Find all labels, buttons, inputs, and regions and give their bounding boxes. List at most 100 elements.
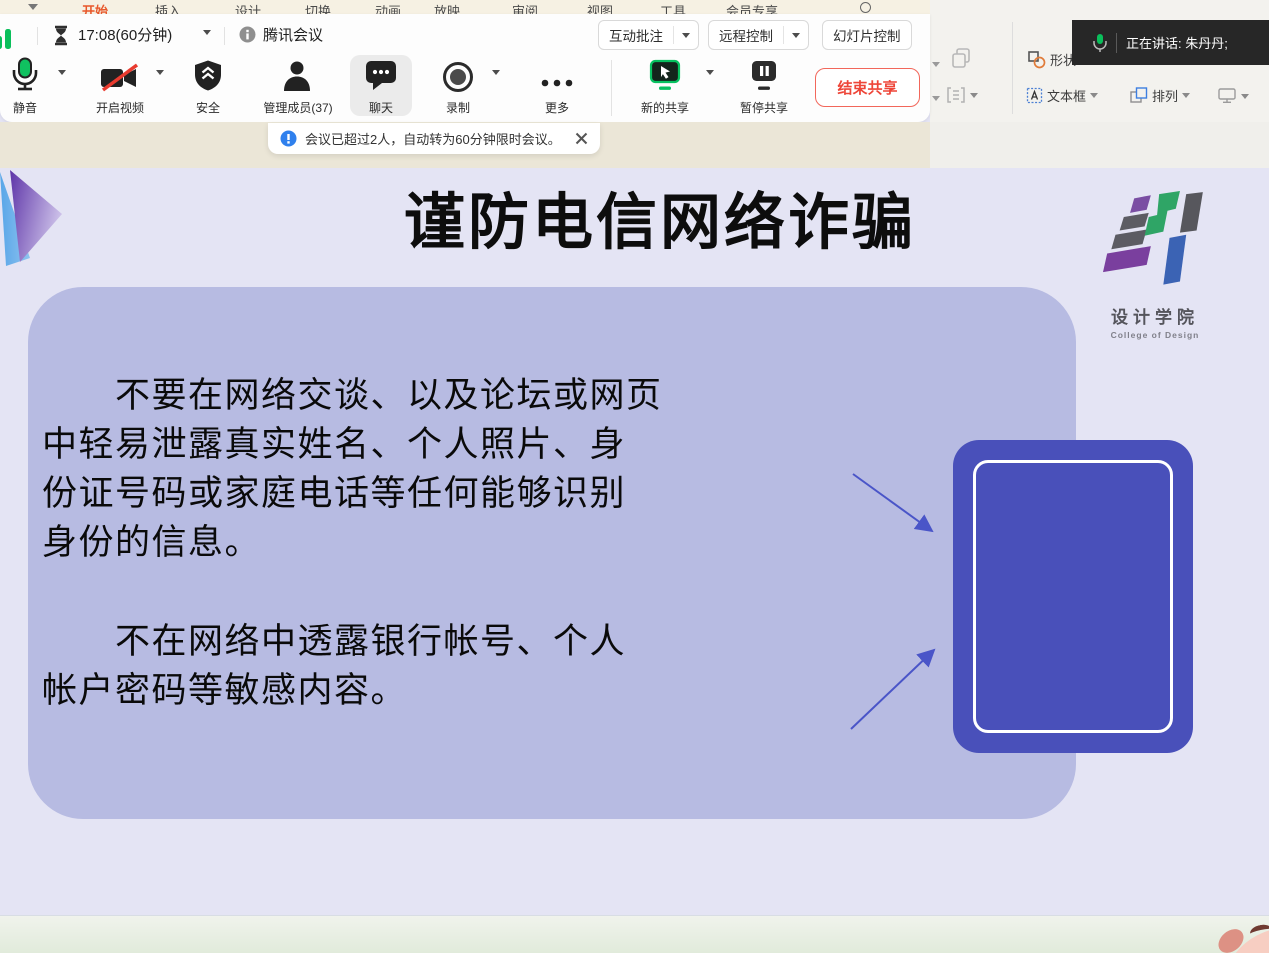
meeting-toolbar: 17:08(60分钟) 腾讯会议 互动批注 远程控制 幻灯片控制 xyxy=(0,14,930,122)
ppt-tab-insert[interactable]: 插入 xyxy=(155,1,181,14)
speaking-indicator: 正在讲话: 朱丹丹; xyxy=(1072,20,1269,65)
more-dots-icon xyxy=(540,78,574,88)
shapes-icon xyxy=(1028,51,1046,69)
chevron-down-icon xyxy=(970,93,978,98)
textbox-button[interactable]: 文本框 xyxy=(1026,86,1098,105)
remote-control-label: 远程控制 xyxy=(709,25,783,45)
divider xyxy=(611,60,612,116)
ppt-tab-view[interactable]: 视图 xyxy=(587,1,613,14)
manage-members-button[interactable] xyxy=(262,56,332,92)
ppt-tab-home[interactable]: 开始 xyxy=(82,1,108,14)
shapes-button[interactable]: 形状 xyxy=(1028,50,1076,69)
ppt-tab-slideshow[interactable]: 放映 xyxy=(434,1,460,14)
security-button[interactable] xyxy=(173,56,243,92)
chat-button[interactable] xyxy=(346,56,416,92)
chevron-down-icon[interactable] xyxy=(674,33,698,38)
end-share-button[interactable]: 结束共享 xyxy=(815,68,920,107)
slide-control-label: 幻灯片控制 xyxy=(823,25,911,45)
record-label: 录制 xyxy=(423,99,493,116)
share-options-chevron-icon[interactable] xyxy=(706,70,714,75)
pages-icon xyxy=(952,48,972,69)
chevron-down-icon[interactable] xyxy=(784,33,808,38)
monitor-button[interactable] xyxy=(1218,88,1249,104)
start-video-label: 开启视频 xyxy=(70,99,170,116)
textbox-label: 文本框 xyxy=(1047,86,1086,105)
image-placeholder-box xyxy=(953,440,1193,753)
arrow-to-box-top xyxy=(853,474,932,531)
chevron-down-icon xyxy=(1090,93,1098,98)
ppt-tab-tools[interactable]: 工具 xyxy=(660,1,686,14)
collapse-ribbon-icon[interactable] xyxy=(28,4,38,10)
slide-control-button[interactable]: 幻灯片控制 xyxy=(822,20,912,50)
network-signal-icon xyxy=(0,27,16,49)
screen-share-icon xyxy=(648,59,682,92)
image-placeholder-border xyxy=(973,460,1173,733)
mute-label: 静音 xyxy=(0,99,50,116)
mute-button[interactable] xyxy=(0,56,60,92)
search-icon[interactable] xyxy=(860,2,871,13)
close-icon[interactable] xyxy=(575,132,588,145)
microphone-icon xyxy=(10,57,40,92)
align-button[interactable] xyxy=(946,86,978,104)
speaking-text: 正在讲话: 朱丹丹; xyxy=(1126,33,1228,52)
more-button[interactable] xyxy=(522,74,592,88)
new-share-label: 新的共享 xyxy=(630,99,700,116)
mic-options-chevron-icon[interactable] xyxy=(58,70,66,75)
security-label: 安全 xyxy=(173,99,243,116)
arrange-label: 排列 xyxy=(1152,86,1178,105)
align-icon xyxy=(946,86,966,104)
speaking-mic-icon xyxy=(1092,33,1108,53)
arrow-to-box-bottom xyxy=(851,650,934,729)
ppt-tab-transition[interactable]: 切换 xyxy=(305,1,331,14)
chevron-down-icon[interactable] xyxy=(203,30,211,35)
pause-share-label: 暂停共享 xyxy=(729,99,799,116)
app-name-text: 腾讯会议 xyxy=(263,24,323,45)
chat-icon xyxy=(364,58,398,92)
ppt-tab-design[interactable]: 设计 xyxy=(235,1,261,14)
ppt-background-right xyxy=(930,122,1269,168)
video-options-chevron-icon[interactable] xyxy=(156,70,164,75)
manage-members-label: 管理成员(37) xyxy=(252,99,344,116)
shield-icon xyxy=(193,59,223,92)
members-icon xyxy=(281,59,313,92)
ppt-tab-animation[interactable]: 动画 xyxy=(375,1,401,14)
arrange-icon xyxy=(1130,87,1148,104)
textbox-icon xyxy=(1026,87,1043,104)
next-slide-strip xyxy=(0,915,1269,953)
remote-control-button[interactable]: 远程控制 xyxy=(708,20,809,50)
divider xyxy=(1116,33,1117,53)
slide-canvas: 谨防电信网络诈骗 设计学院 College of Design 不要在网络交谈、… xyxy=(0,168,1269,915)
meeting-timer[interactable]: 17:08(60分钟) xyxy=(78,24,172,45)
info-icon[interactable] xyxy=(239,26,256,43)
arrange-button[interactable]: 排列 xyxy=(1130,86,1190,105)
hourglass-icon xyxy=(52,25,70,46)
ppt-background-strip xyxy=(0,122,1269,168)
chat-label: 聊天 xyxy=(346,99,416,116)
chevron-down-icon xyxy=(1241,94,1249,99)
record-options-chevron-icon[interactable] xyxy=(492,70,500,75)
divider xyxy=(224,27,225,45)
app-title: 腾讯会议 xyxy=(263,24,323,45)
pause-share-icon xyxy=(747,59,781,92)
start-video-button[interactable] xyxy=(85,58,155,94)
timer-text: 17:08(60分钟) xyxy=(78,24,172,45)
record-icon xyxy=(441,60,475,94)
ribbon-divider xyxy=(1012,22,1013,114)
notification-text: 会议已超过2人，自动转为60分钟限时会议。 xyxy=(305,129,561,148)
new-share-button[interactable] xyxy=(630,56,700,92)
chevron-down-icon[interactable] xyxy=(932,96,940,101)
annotate-button[interactable]: 互动批注 xyxy=(598,20,699,50)
screen: 开始 插入 设计 切换 动画 放映 审阅 视图 工具 会员专享 形状 文本框 xyxy=(0,0,1269,953)
pause-share-button[interactable] xyxy=(729,56,799,92)
record-button[interactable] xyxy=(423,58,493,94)
ppt-tab-member[interactable]: 会员专享 xyxy=(726,1,778,14)
divider xyxy=(37,27,38,45)
chevron-down-icon[interactable] xyxy=(932,62,940,67)
meeting-notification: 会议已超过2人，自动转为60分钟限时会议。 xyxy=(268,123,600,154)
copy-format-icon[interactable] xyxy=(952,48,972,69)
chevron-down-icon xyxy=(1182,93,1190,98)
more-label: 更多 xyxy=(522,99,592,116)
monitor-icon xyxy=(1218,88,1237,104)
ppt-tab-review[interactable]: 审阅 xyxy=(512,1,538,14)
camera-off-icon xyxy=(100,62,140,94)
